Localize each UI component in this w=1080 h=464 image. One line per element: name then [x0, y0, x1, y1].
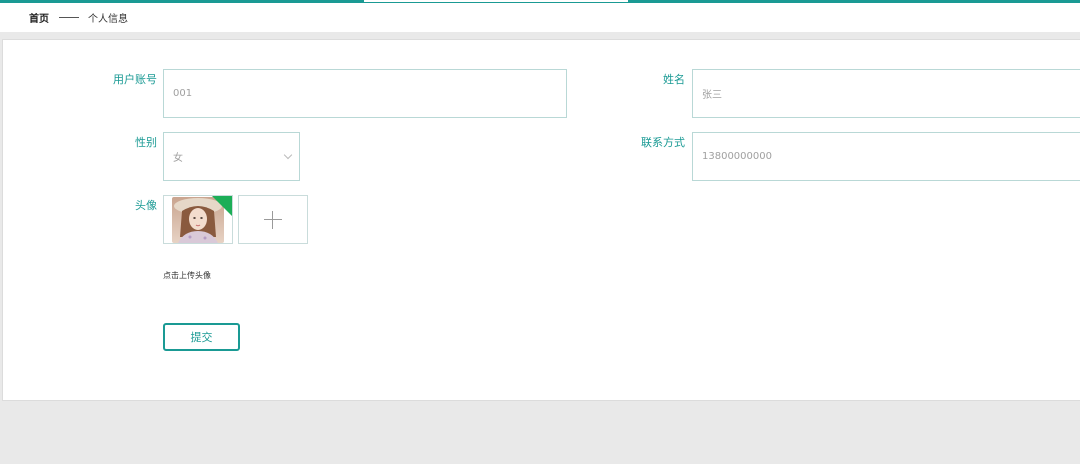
breadcrumb: 首页 个人信息 [0, 3, 1080, 32]
name-field[interactable]: 张三 [692, 69, 1080, 118]
corner-badge-icon [212, 196, 232, 216]
gender-label: 性别 [135, 136, 157, 149]
submit-button[interactable]: 提交 [163, 323, 240, 351]
phone-field[interactable]: 13800000000 [692, 132, 1080, 181]
avatar-upload-button[interactable] [238, 195, 308, 244]
account-value: 001 [173, 88, 193, 99]
gender-value: 女 [173, 153, 183, 164]
name-value: 张三 [702, 90, 722, 101]
chevron-down-icon [283, 150, 293, 160]
name-label: 姓名 [663, 73, 685, 86]
top-accent-gap [364, 0, 628, 2]
account-label: 用户账号 [113, 73, 157, 86]
breadcrumb-home[interactable]: 首页 [29, 10, 49, 25]
plus-icon [264, 210, 282, 229]
avatar-label: 头像 [135, 199, 157, 212]
avatar-preview[interactable] [163, 195, 233, 244]
gender-select[interactable]: 女 [163, 132, 300, 181]
phone-label: 联系方式 [641, 136, 685, 149]
profile-form-panel: 用户账号 001 姓名 张三 性别 女 联系方式 13800000000 头像 [2, 39, 1080, 401]
avatar-upload-hint: 点击上传头像 [163, 271, 211, 280]
account-field[interactable]: 001 [163, 69, 567, 118]
breadcrumb-separator [59, 17, 79, 18]
phone-value: 13800000000 [702, 151, 772, 162]
breadcrumb-current: 个人信息 [88, 14, 128, 25]
